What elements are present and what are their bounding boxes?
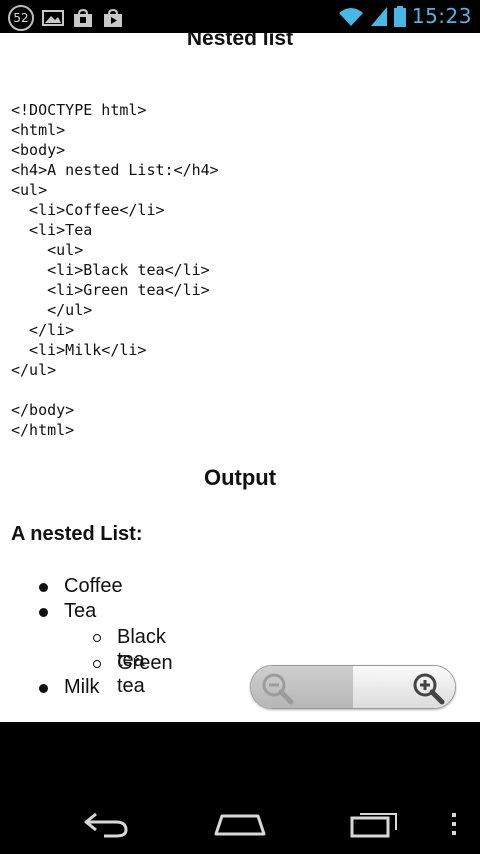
code-line: <h4>A nested List:</h4> — [11, 161, 219, 179]
home-icon[interactable] — [214, 810, 266, 842]
list-bullet — [39, 583, 48, 592]
code-line: </ul> — [11, 361, 57, 379]
status-bar-notifications: 52 — [8, 5, 124, 31]
output-heading: Output — [203, 465, 277, 490]
list-bullet — [39, 608, 48, 617]
battery-icon — [393, 6, 406, 27]
code-line: <li>Coffee</li> — [11, 201, 165, 219]
list-item-tea: Tea — [64, 600, 97, 622]
image-icon — [42, 10, 64, 26]
code-line: </body> — [11, 401, 75, 419]
back-icon[interactable] — [82, 808, 130, 840]
notification-count: 52 — [13, 11, 29, 25]
zoom-out-icon — [262, 673, 294, 705]
code-line: <li>Milk</li> — [11, 341, 147, 359]
signal-icon — [370, 7, 387, 26]
notification-count-badge: 52 — [8, 5, 34, 31]
sub-list-item-green-tea: Green tea — [117, 652, 173, 697]
code-line: <html> — [11, 121, 66, 139]
status-bar-system: 15:23 — [338, 4, 472, 28]
list-item-coffee: Coffee — [64, 575, 123, 597]
recent-apps-icon[interactable] — [350, 808, 400, 840]
code-line: </ul> — [11, 301, 93, 319]
code-line: <ul> — [11, 181, 48, 199]
menu-icon[interactable] — [450, 812, 458, 838]
code-line: <ul> — [11, 241, 84, 259]
page-content[interactable]: Nested list <!DOCTYPE html> <html> <body… — [0, 33, 480, 722]
page-title: Nested list — [186, 33, 294, 50]
code-line: <li>Tea — [11, 221, 93, 239]
zoom-control — [250, 665, 456, 709]
zoom-in-icon — [413, 673, 445, 705]
play-store-icon — [104, 9, 122, 27]
wifi-icon — [338, 8, 363, 26]
navigation-bar — [0, 722, 480, 854]
code-line: <li>Green tea</li> — [11, 281, 210, 299]
list-bullet — [39, 684, 48, 693]
list-item-milk: Milk — [64, 676, 100, 698]
sub-list-bullet — [93, 660, 101, 668]
code-line: </html> — [11, 421, 75, 439]
zoom-in-button[interactable] — [353, 666, 455, 708]
code-line: <li>Black tea</li> — [11, 261, 210, 279]
status-time: 15:23 — [411, 4, 472, 28]
status-bar: 52 15:23 — [0, 0, 480, 33]
demo-list-heading: A nested List: — [11, 523, 143, 545]
zoom-out-button[interactable] — [251, 666, 355, 708]
code-line: </li> — [11, 321, 75, 339]
code-line: <body> — [11, 141, 66, 159]
code-line: <!DOCTYPE html> — [11, 101, 147, 119]
sub-list-bullet — [93, 634, 101, 642]
shopping-bag-icon — [74, 9, 92, 27]
code-example: <!DOCTYPE html> <html> <body> <h4>A nest… — [11, 100, 219, 440]
